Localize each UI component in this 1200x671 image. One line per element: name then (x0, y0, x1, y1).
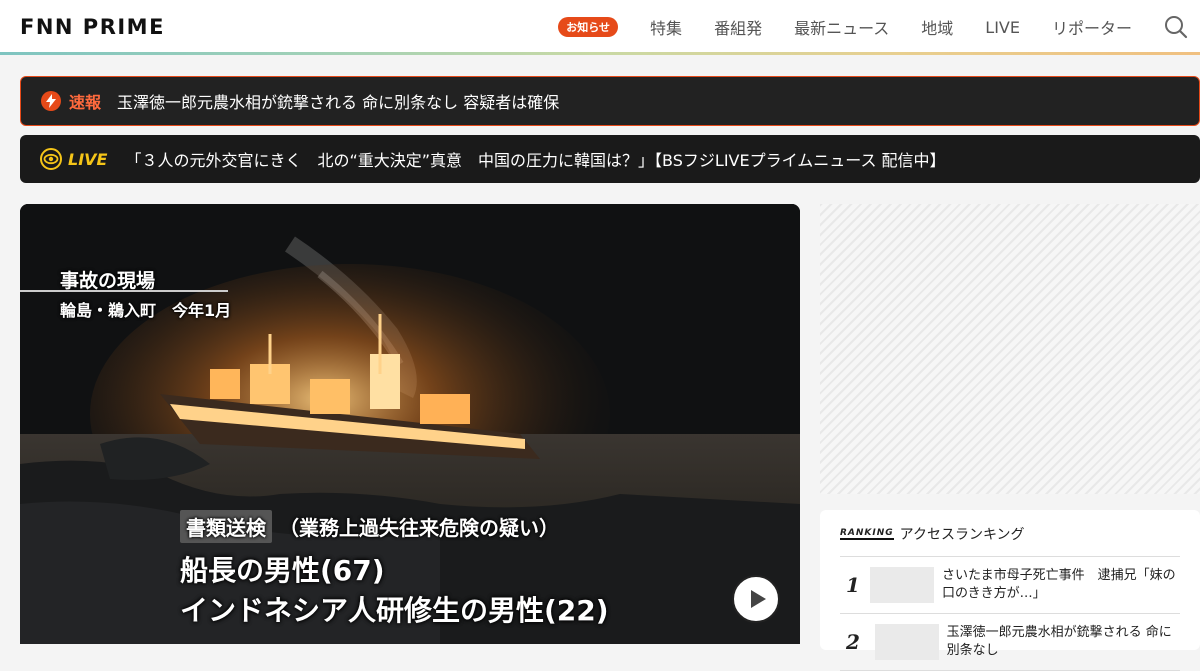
breaking-news-banner[interactable]: 速報 玉澤徳一郎元農水相が銃撃される 命に別条なし 容疑者は確保 (20, 76, 1200, 126)
caption-tag: 書類送検 (180, 510, 272, 543)
notice-badge[interactable]: お知らせ (558, 17, 619, 37)
ranking-item[interactable]: 1 さいたま市母子死亡事件 逮捕兄「妹の口のきき方が…」 (840, 557, 1180, 614)
eye-icon (40, 148, 62, 170)
breaking-label: 速報 (69, 93, 102, 112)
play-icon (751, 590, 766, 608)
rank-number: 1 (846, 573, 860, 597)
search-icon[interactable] (1164, 15, 1188, 39)
caption-place: 輪島・鵜入町 今年1月 (60, 301, 232, 320)
rank-thumbnail (870, 567, 934, 603)
caption-divider (20, 290, 228, 292)
live-banner[interactable]: LIVE 「３人の元外交官にきく 北の“重大決定”真意 中国の圧力に韓国は？」【… (20, 135, 1200, 183)
site-header: FNN PRIME お知らせ 特集 番組発 最新ニュース 地域 LIVE リポー… (0, 0, 1200, 54)
nav-item-programs[interactable]: 番組発 (714, 15, 762, 39)
rank-number: 2 (846, 630, 860, 654)
ranking-header: RANKING アクセスランキング (840, 524, 1180, 557)
live-headline[interactable]: 「３人の元外交官にきく 北の“重大決定”真意 中国の圧力に韓国は？」【BSフジL… (125, 147, 945, 171)
nav-item-live[interactable]: LIVE (985, 18, 1020, 37)
ranking-panel: RANKING アクセスランキング 1 さいたま市母子死亡事件 逮捕兄「妹の口の… (820, 510, 1200, 671)
rank-thumbnail (874, 624, 939, 660)
live-label: LIVE (68, 149, 108, 169)
hero-video[interactable]: 事故の現場 輪島・鵜入町 今年1月 書類送検 （業務上過失往来危険の疑い） 船長… (20, 204, 800, 644)
nav-item-reporters[interactable]: リポーター (1052, 15, 1132, 39)
caption-line-1: 船長の男性(67) (180, 554, 385, 587)
bolt-icon (41, 91, 61, 111)
main-nav: お知らせ 特集 番組発 最新ニュース 地域 LIVE リポーター (558, 0, 1200, 54)
caption-subline: （業務上過失往来危険の疑い） (278, 516, 559, 540)
nav-item-latest-news[interactable]: 最新ニュース (794, 15, 889, 39)
ad-placeholder (820, 204, 1200, 494)
site-logo[interactable]: FNN PRIME (20, 15, 165, 39)
ranking-item[interactable]: 2 玉澤徳一郎元農水相が銃撃される 命に別条なし (840, 614, 1180, 671)
breaking-headline[interactable]: 玉澤徳一郎元農水相が銃撃される 命に別条なし 容疑者は確保 (117, 89, 559, 113)
caption-location: 事故の現場 輪島・鵜入町 今年1月 (60, 266, 231, 321)
caption-lower-third: 書類送検 （業務上過失往来危険の疑い） 船長の男性(67) インドネシア人研修生… (180, 510, 609, 629)
logo-text: FNN PRIME (20, 15, 165, 39)
nav-item-regions[interactable]: 地域 (921, 15, 953, 39)
rank-headline[interactable]: 玉澤徳一郎元農水相が銃撃される 命に別条なし (947, 624, 1180, 660)
play-button[interactable] (732, 575, 780, 623)
nav-item-features[interactable]: 特集 (650, 15, 682, 39)
ranking-badge: RANKING (840, 528, 894, 540)
rank-headline[interactable]: さいたま市母子死亡事件 逮捕兄「妹の口のきき方が…」 (942, 567, 1180, 603)
caption-subline-row: 書類送検 （業務上過失往来危険の疑い） (180, 510, 609, 543)
ranking-title: アクセスランキング (899, 527, 1025, 543)
header-accent-bar (0, 52, 1200, 55)
caption-line-2: インドネシア人研修生の男性(22) (180, 594, 609, 627)
caption-title: 事故の現場 (60, 270, 156, 292)
